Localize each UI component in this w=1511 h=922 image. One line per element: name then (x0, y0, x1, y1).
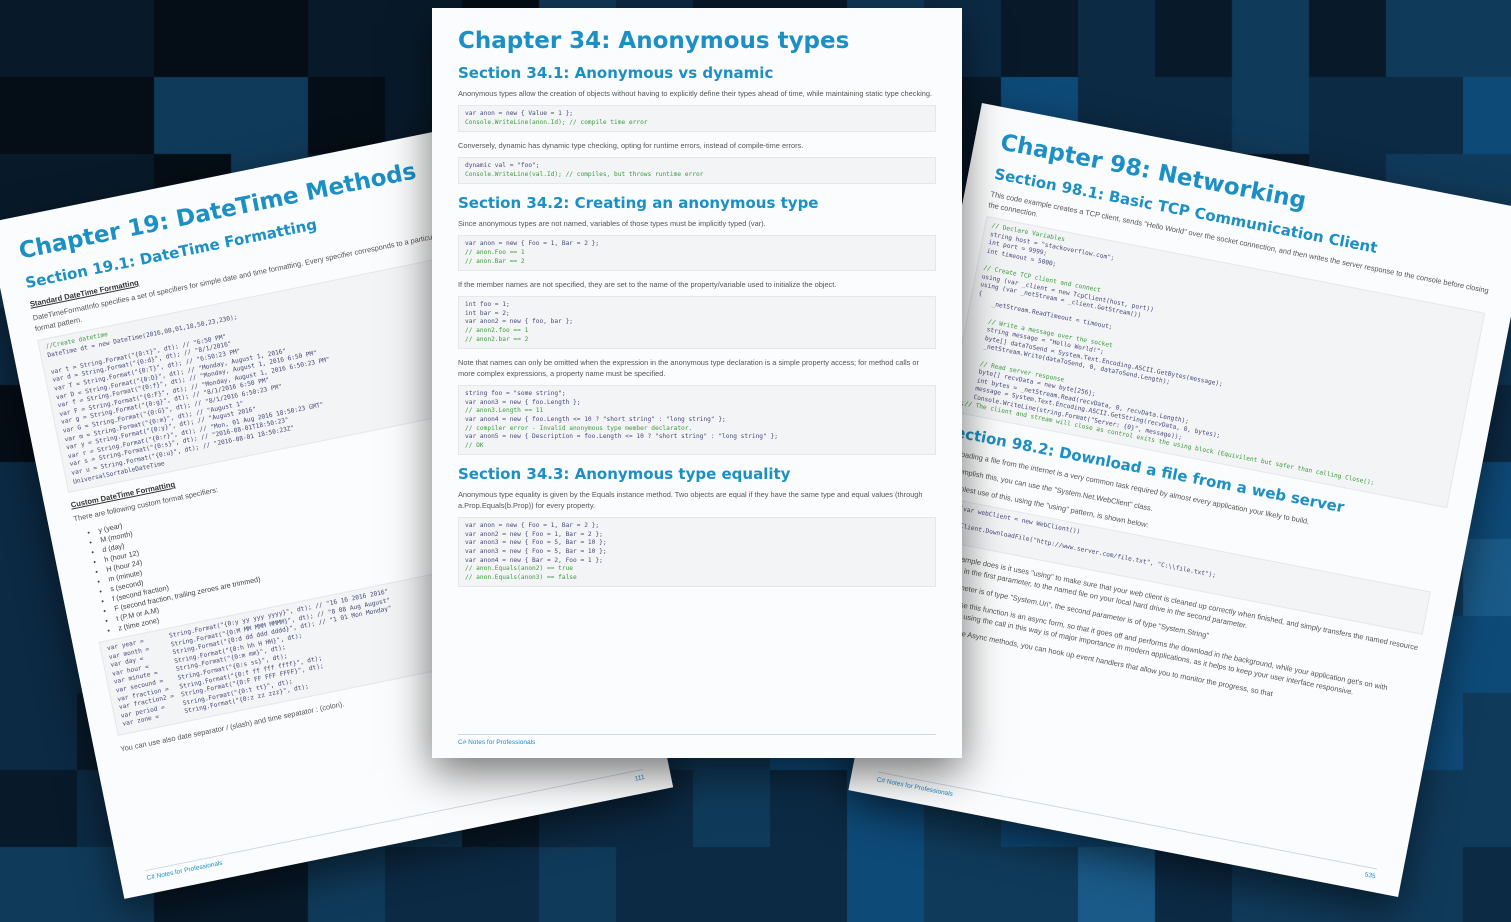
code-line: // anon.Bar == 2 (465, 257, 525, 265)
code-line: // anon.Equals(anon3) == false (465, 573, 577, 581)
code-line: var anon3 = new { Foo = 5, Bar = 10 }; (465, 548, 607, 556)
code-line: // anon2.bar == 2 (465, 335, 529, 343)
code-block: string foo = "some string"; var anon3 = n… (458, 385, 936, 456)
page-number: 535 (1364, 871, 1377, 881)
code-line: var anon = new { Foo = 1, Bar = 2 }; (465, 240, 600, 248)
code-line: var anon4 = new { Bar = 2, Foo = 1 }; (465, 556, 603, 564)
section-title: Section 34.2: Creating an anonymous type (458, 194, 819, 213)
code-line: var anon3 = new { Foo = 5, Bar = 10 }; (465, 539, 607, 547)
code-block: int foo = 1; int bar = 2; var anon2 = new … (458, 296, 936, 350)
paragraph: Since anonymous types are not named, var… (458, 219, 766, 229)
code-line: var anon5 = new { Description = foo.Leng… (465, 433, 778, 441)
code-line: int foo = 1; (465, 301, 510, 309)
page-number: 111 (634, 773, 646, 783)
code-line: var anon3 = new { foo.Length }; (465, 398, 581, 406)
code-line: var anon = new { Foo = 1, Bar = 2 }; (465, 522, 600, 530)
code-line: int bar = 2; (465, 309, 510, 317)
code-line: // anon3.Length == 11 (465, 407, 544, 415)
code-line: // compiler error - Invalid anonymous ty… (465, 424, 693, 432)
code-block: var anon = new { Foo = 1, Bar = 2 }; var … (458, 517, 936, 588)
footer-book-title: C# Notes for Professionals (458, 739, 536, 746)
code-line: Console.WriteLine(anon.Id); // compile t… (465, 118, 648, 126)
code-block: var anon = new { Foo = 1, Bar = 2 };// a… (458, 235, 936, 272)
page-footer: C# Notes for Professionals (458, 734, 936, 746)
code-block: var anon = new { Value = 1 }; Console.Wri… (458, 105, 936, 133)
code-line: var anon = new { Value = 1 }; (465, 110, 574, 117)
code-line: var anon2 = new { foo, bar }; (465, 318, 574, 326)
paragraph: Anonymous type equality is given by the … (458, 490, 923, 511)
code-line: dynamic val = "foo"; (465, 162, 540, 170)
code-line: // OK (465, 441, 484, 449)
code-line: string foo = "some string"; (465, 390, 566, 398)
code-block: dynamic val = "foo"; Console.WriteLine(va… (458, 157, 936, 185)
footer-book-title: C# Notes for Professionals (876, 776, 954, 799)
paragraph: Anonymous types allow the creation of ob… (458, 89, 933, 98)
code-line: var anon2 = new { Foo = 1, Bar = 2 }; (465, 530, 603, 538)
section-title: Section 34.3: Anonymous type equality (458, 465, 791, 484)
paragraph: Conversely, dynamic has dynamic type che… (458, 141, 804, 151)
code-line: Console.WriteLine(val.Id); // compiles, … (465, 170, 704, 178)
footer-book-title: C# Notes for Professionals (146, 859, 224, 882)
chapter-title: Chapter 34: Anonymous types (458, 28, 850, 54)
code-line: var anon4 = new { foo.Length <= 10 ? "sh… (465, 415, 726, 423)
code-line: // anon.Foo == 1 (465, 248, 525, 256)
section-title: Section 34.1: Anonymous vs dynamic (458, 64, 774, 82)
paragraph: If the member names are not specified, t… (458, 280, 837, 290)
paragraph: Note that names can only be omitted when… (458, 358, 919, 379)
page-chapter-34: Chapter 34: Anonymous types Section 34.1… (432, 8, 962, 758)
code-line: // anon.Equals(anon2) == true (465, 565, 574, 573)
code-line: // anon2.foo == 1 (465, 326, 529, 334)
